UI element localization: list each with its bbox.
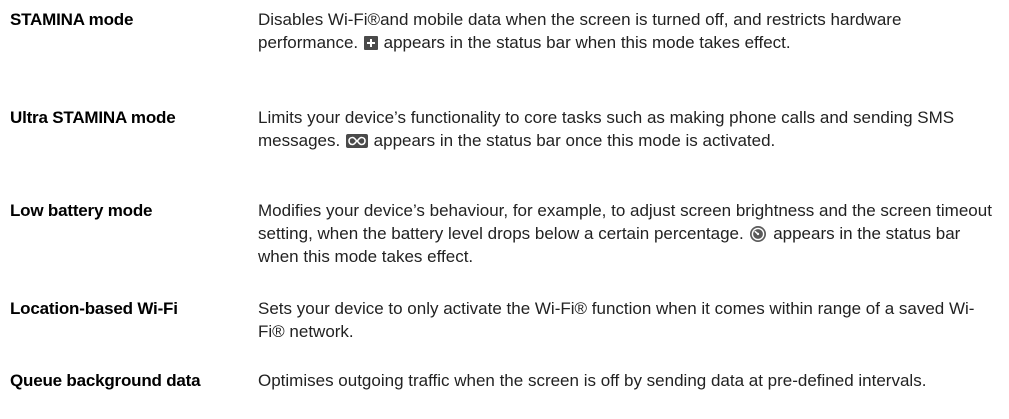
- term-low-battery-mode: Low battery mode: [10, 201, 153, 220]
- desc-low-battery-mode: Modifies your device’s behaviour, for ex…: [258, 199, 998, 268]
- stamina-plus-icon: [363, 36, 378, 50]
- ultra-stamina-infinity-icon: [345, 134, 368, 148]
- desc-location-based-wifi: Sets your device to only activate the Wi…: [258, 299, 975, 341]
- desc-ultra-stamina-text-after: appears in the status bar once this mode…: [368, 131, 776, 150]
- low-battery-gauge-icon: [749, 225, 767, 243]
- desc-stamina-text-after: appears in the status bar when this mode…: [378, 33, 791, 52]
- term-ultra-stamina-mode: Ultra STAMINA mode: [10, 108, 176, 127]
- term-queue-background-data: Queue background data: [10, 371, 201, 390]
- desc-stamina-mode: Disables Wi-Fi®and mobile data when the …: [258, 8, 998, 54]
- term-stamina-mode: STAMINA mode: [10, 10, 134, 29]
- desc-ultra-stamina-mode: Limits your device’s functionality to co…: [258, 106, 998, 152]
- settings-definition-list: STAMINA mode Disables Wi-Fi®and mobile d…: [0, 0, 1009, 419]
- desc-queue-background-data: Optimises outgoing traffic when the scre…: [258, 371, 927, 390]
- term-location-based-wifi: Location-based Wi-Fi: [10, 299, 178, 318]
